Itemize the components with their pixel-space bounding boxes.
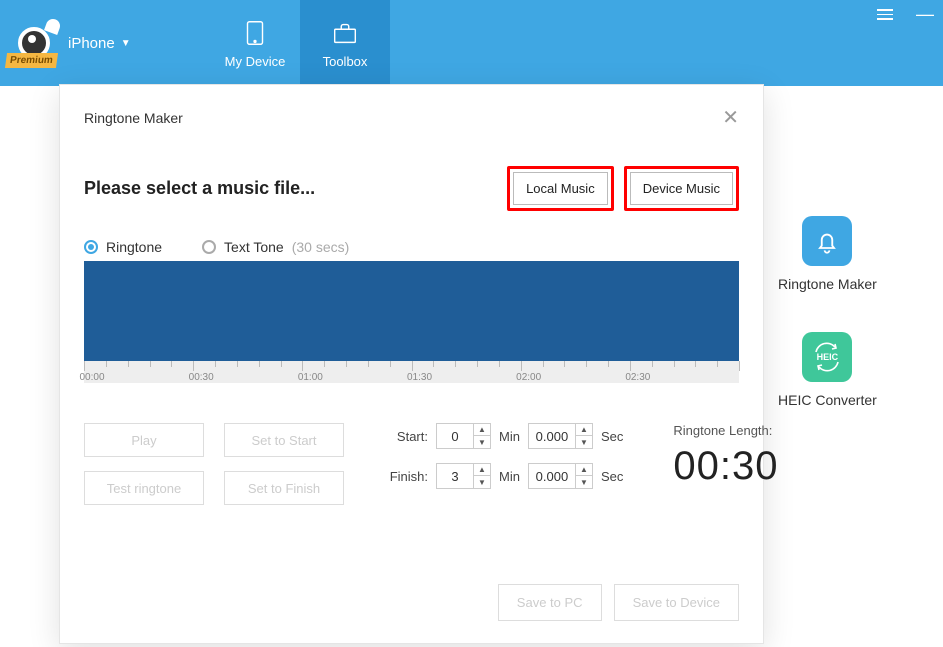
time-ruler: 00:0000:3001:0001:3002:0002:30 [84,361,739,383]
caret-down-icon: ▼ [121,38,131,49]
start-sec-input[interactable]: ▲▼ [528,423,593,449]
length-label: Ringtone Length: [673,423,778,438]
highlight-device: Device Music [624,166,739,211]
tab-toolbox[interactable]: Toolbox [300,0,390,86]
heic-badge-text: HEIC [817,352,839,362]
min-unit: Min [499,429,520,444]
spin-up-icon[interactable]: ▲ [576,423,592,436]
device-selector[interactable]: iPhone ▼ [68,35,131,52]
dialog-title: Ringtone Maker [84,110,183,126]
spin-down-icon[interactable]: ▼ [576,476,592,489]
tile-label: HEIC Converter [778,392,877,408]
set-finish-button[interactable]: Set to Finish [224,471,344,505]
logo-area: Premium iPhone ▼ [0,0,210,86]
tone-type-radios: Ringtone Text Tone (30 secs) [84,239,739,255]
finish-min-input[interactable]: ▲▼ [436,463,491,489]
ruler-label: 00:30 [189,372,214,383]
radio-on-icon [84,240,98,254]
spin-up-icon[interactable]: ▲ [576,463,592,476]
save-row: Save to PC Save to Device [498,584,739,621]
source-buttons: Local Music Device Music [507,166,739,211]
texttone-hint: (30 secs) [292,239,350,255]
window-controls: — [877,4,935,25]
bell-icon [802,216,852,266]
minimize-icon[interactable]: — [915,4,935,25]
toolbox-tiles: Ringtone Maker HEIC HEIC Converter [778,216,877,408]
close-icon[interactable]: ✕ [722,105,739,130]
tile-label: Ringtone Maker [778,276,877,292]
finish-sec-input[interactable]: ▲▼ [528,463,593,489]
start-label: Start: [384,429,428,444]
radio-label: Ringtone [106,239,162,255]
sec-unit: Sec [601,429,623,444]
set-start-button[interactable]: Set to Start [224,423,344,457]
radio-off-icon [202,240,216,254]
ringtone-maker-dialog: Ringtone Maker ✕ Please select a music f… [59,84,764,644]
min-unit: Min [499,469,520,484]
radio-label: Text Tone [224,239,284,255]
tab-label: My Device [225,54,286,69]
tile-heic-converter[interactable]: HEIC HEIC Converter [778,332,877,408]
radio-ringtone[interactable]: Ringtone [84,239,162,255]
ruler-label: 02:30 [625,372,650,383]
tablet-icon [240,18,270,48]
local-music-button[interactable]: Local Music [513,172,608,205]
ruler-label: 01:30 [407,372,432,383]
spin-up-icon[interactable]: ▲ [474,423,490,436]
tab-label: Toolbox [323,54,368,69]
device-music-button[interactable]: Device Music [630,172,733,205]
spin-down-icon[interactable]: ▼ [474,476,490,489]
save-device-button[interactable]: Save to Device [614,584,739,621]
length-value: 00:30 [673,444,778,489]
waveform-area[interactable] [84,261,739,361]
dialog-heading: Please select a music file... [84,178,315,199]
play-button[interactable]: Play [84,423,204,457]
toolbox-icon [330,18,360,48]
device-label: iPhone [68,35,115,52]
menu-icon[interactable] [877,4,897,25]
start-min-input[interactable]: ▲▼ [436,423,491,449]
spin-down-icon[interactable]: ▼ [474,436,490,449]
tile-ringtone-maker[interactable]: Ringtone Maker [778,216,877,292]
radio-texttone[interactable]: Text Tone (30 secs) [202,239,349,255]
highlight-local: Local Music [507,166,614,211]
ruler-label: 02:00 [516,372,541,383]
tab-my-device[interactable]: My Device [210,0,300,86]
app-logo: Premium [8,13,68,73]
save-pc-button[interactable]: Save to PC [498,584,602,621]
premium-badge: Premium [5,53,58,68]
finish-label: Finish: [384,469,428,484]
spin-down-icon[interactable]: ▼ [576,436,592,449]
test-ringtone-button[interactable]: Test ringtone [84,471,204,505]
controls-row: Play Test ringtone Set to Start Set to F… [84,423,739,505]
nav-tabs: My Device Toolbox [210,0,390,86]
ruler-label: 01:00 [298,372,323,383]
spin-up-icon[interactable]: ▲ [474,463,490,476]
ruler-label: 00:00 [79,372,104,383]
heic-icon: HEIC [802,332,852,382]
sec-unit: Sec [601,469,623,484]
topbar: Premium iPhone ▼ My Device Toolbox — [0,0,943,86]
